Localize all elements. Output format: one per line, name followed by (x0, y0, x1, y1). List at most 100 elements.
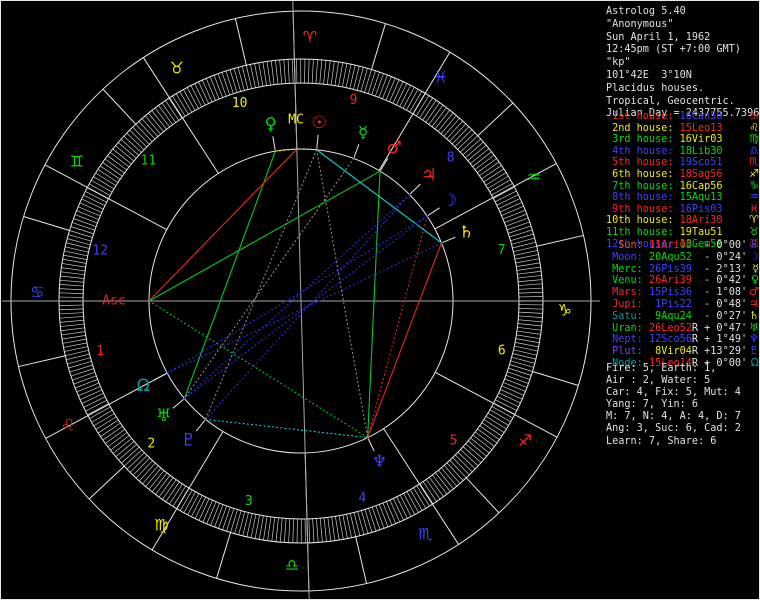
degree-tick (63, 342, 88, 348)
stats-line: Air : 2, Water: 5 (606, 375, 711, 387)
jupiter-glyph: ♃ (421, 166, 436, 186)
degree-tick (323, 517, 327, 542)
house-label: 1st house: (606, 111, 680, 122)
info-sidebar: Astrolog 5.40 "Anonymous" Sun April 1, 196… (601, 1, 759, 599)
planet-pointer (409, 183, 421, 195)
planet-position-value: 11Ari02 (642, 240, 692, 251)
house-cusp-value: 18Ari30 (679, 215, 723, 227)
degree-tick (402, 87, 415, 109)
degree-tick (287, 59, 290, 84)
degree-tick (517, 323, 542, 327)
house-label: 2nd house: (606, 122, 680, 134)
sign-glyph: ♌ (61, 416, 75, 435)
degree-tick (517, 270, 542, 275)
degree-tick (62, 338, 87, 344)
degree-tick (517, 275, 542, 279)
sign-boundary (234, 18, 247, 66)
house-number: 7 (498, 243, 506, 258)
planet-pointer (353, 144, 360, 158)
house-label: 6th house: (606, 168, 680, 180)
sign-boundary (88, 465, 125, 500)
sign-glyph: ♉ (170, 59, 184, 78)
degree-tick (515, 258, 540, 264)
planet-pointer (442, 236, 456, 243)
degree-tick (254, 63, 260, 88)
degree-tick (503, 382, 526, 392)
degree-tick (505, 374, 529, 384)
degree-tick (60, 323, 85, 327)
venus-glyph: ♀ (265, 115, 277, 135)
degree-tick (319, 518, 323, 543)
planet-label: Jupi: (606, 298, 643, 310)
element-statistics: Fire: 5, Earth: 1, Air : 2, Water: 5 Car: … (606, 363, 759, 448)
degree-tick (229, 69, 238, 93)
sign-boundary (102, 88, 137, 125)
planet-position-value: 26Ari39 (642, 275, 692, 287)
house-number: 4 (358, 491, 366, 506)
aspect-line-asc-mc (148, 148, 298, 302)
degree-tick (518, 311, 543, 314)
degree-tick (514, 250, 538, 256)
planet-position-value: 1Pis22 (642, 298, 692, 310)
house-row: 4th house: 18Lib30 ♎ (606, 145, 759, 158)
degree-tick (501, 385, 525, 396)
house-number: 3 (245, 494, 253, 509)
degree-tick (288, 518, 291, 543)
sign-boundary (477, 102, 514, 137)
house-number: 9 (349, 93, 357, 108)
degree-tick (284, 518, 287, 543)
degree-tick (495, 399, 517, 411)
degree-tick (403, 493, 416, 515)
degree-tick (64, 250, 88, 257)
stats-line: Car: 4, Fix: 5, Mut: 4 (606, 387, 741, 399)
aspect-line-jupiter-uranus (183, 194, 411, 400)
degree-tick (316, 518, 319, 543)
house-cusp-value: 15Leo13 (679, 122, 723, 134)
header-line: Sun April 1, 1962 (606, 31, 711, 43)
degree-tick (385, 77, 396, 101)
zodiac-sign-icon: ♉ (749, 224, 759, 238)
degree-tick (502, 209, 526, 220)
node-glyph: Ω (137, 376, 150, 396)
degree-tick (194, 496, 206, 519)
house-label: 3rd house: (606, 134, 680, 146)
degree-tick (319, 59, 323, 84)
degree-tick (346, 514, 352, 538)
degree-tick (516, 334, 541, 339)
degree-tick (83, 396, 106, 408)
sign-glyph: ♏ (418, 524, 432, 543)
planet-row: Mars: 15Pis36 - 1°08' ♂ (606, 286, 759, 299)
degree-tick (275, 60, 279, 85)
degree-tick (517, 326, 542, 331)
degree-tick (396, 496, 408, 519)
degree-tick (291, 59, 294, 84)
planet-position-value: 26Pis39 (642, 263, 692, 275)
mars-glyph: ♂ (386, 138, 401, 158)
degree-tick (331, 516, 336, 541)
daily-motion-value: - 0°24' (698, 251, 748, 263)
sign-glyph: ♊ (70, 152, 84, 171)
house-number: 10 (232, 96, 248, 111)
daily-motion-value: - 0°00' (698, 240, 748, 251)
house-row: 2nd house: 15Leo13 ♌ (606, 122, 759, 135)
degree-tick (69, 364, 93, 373)
house-number: 6 (498, 344, 506, 359)
house-number: 1 (96, 344, 104, 359)
planet-row: Sun: 11Ari02 - 0°00' ☉ (606, 239, 759, 252)
saturn-glyph: ♄ (459, 223, 474, 243)
degree-tick (59, 288, 84, 291)
midheaven-label: MC (288, 113, 304, 128)
degree-tick (396, 83, 408, 106)
house-number: 12 (92, 243, 108, 258)
sign-glyph: ♑ (558, 300, 572, 319)
degree-tick (379, 504, 389, 527)
degree-tick (271, 517, 276, 542)
house-number: 2 (147, 437, 155, 452)
degree-tick (292, 518, 294, 543)
stats-line: Yang: 7, Yin: 6 (606, 399, 699, 411)
sign-glyph: ♎ (285, 555, 299, 574)
planet-row: Venu: 26Ari39 - 0°42' ♀ (606, 274, 759, 287)
planet-icon: ☽ (749, 249, 759, 263)
neptune-glyph: ♆ (372, 452, 387, 472)
degree-tick (399, 85, 411, 107)
